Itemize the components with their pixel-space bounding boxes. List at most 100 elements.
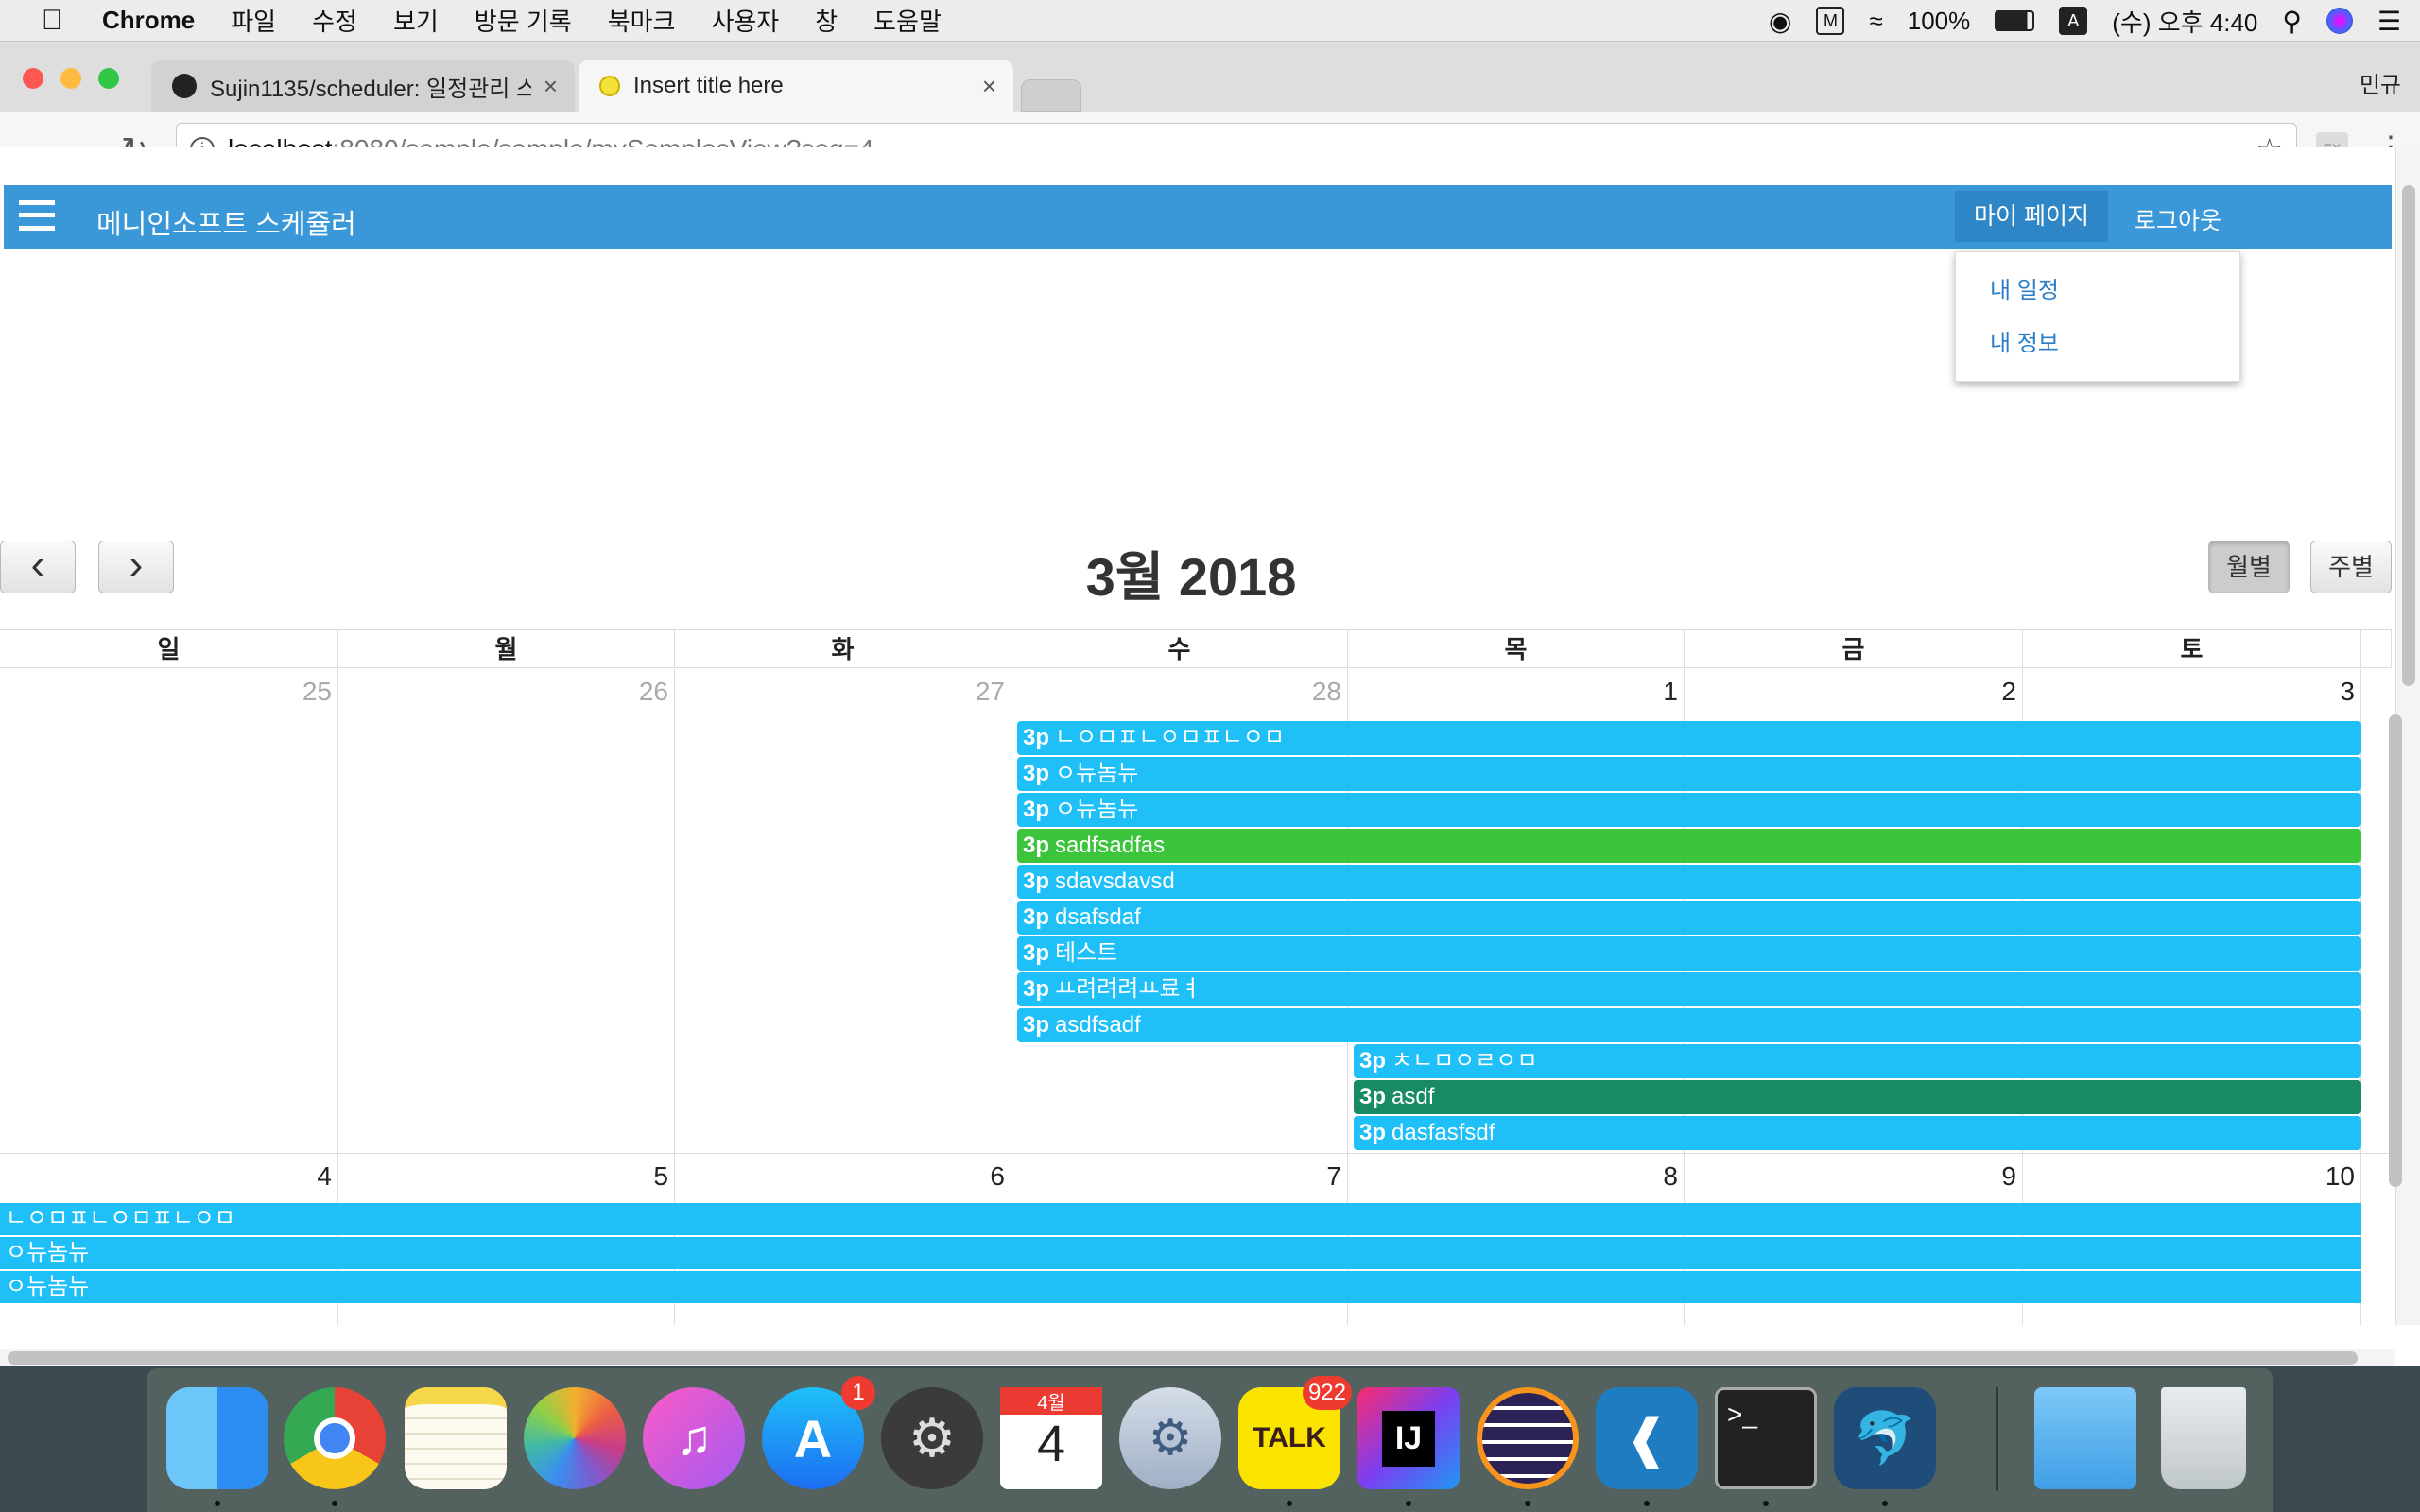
- menu-history[interactable]: 방문 기록: [475, 3, 572, 38]
- vscode-icon[interactable]: ❰: [1596, 1387, 1698, 1489]
- github-icon: [172, 74, 197, 98]
- calendar-event[interactable]: 3p dasfasfsdf: [1354, 1116, 2361, 1150]
- calendar-event[interactable]: 3p ㅇ뉴놈뉴: [1017, 757, 2361, 791]
- menu-window[interactable]: 창: [815, 3, 838, 38]
- downloads-folder-icon[interactable]: [2034, 1387, 2136, 1489]
- calendar-app-day: 4: [1036, 1416, 1066, 1472]
- notes-icon[interactable]: [405, 1387, 507, 1489]
- event-title: ㅇ뉴놈뉴: [6, 1274, 90, 1299]
- day-number: 25: [302, 677, 332, 706]
- notification-center-icon[interactable]: ☰: [2377, 6, 2401, 37]
- menu-view[interactable]: 보기: [393, 3, 439, 38]
- battery-percent: 100%: [1907, 6, 1971, 35]
- apple-icon[interactable]: : [38, 5, 66, 37]
- intellij-label: IJ: [1381, 1410, 1436, 1467]
- event-time: 3p: [1023, 1012, 1050, 1038]
- spotlight-search-icon[interactable]: ⚲: [2282, 6, 2302, 37]
- tab-strip: Sujin1135/scheduler: 일정관리 스 × Insert tit…: [0, 42, 2420, 112]
- tab-insert-title[interactable]: Insert title here ×: [579, 60, 1013, 112]
- close-window-button[interactable]: [23, 68, 43, 89]
- prev-month-button[interactable]: ‹: [0, 541, 76, 593]
- day-number: 3: [2340, 677, 2355, 706]
- nav-mypage[interactable]: 마이 페이지: [1955, 191, 2108, 242]
- weekday-header: 월: [338, 630, 675, 668]
- dropdown-my-info[interactable]: 내 정보: [1990, 324, 2059, 357]
- app-store-icon[interactable]: A1: [762, 1376, 875, 1489]
- day-cell[interactable]: 26: [338, 669, 675, 1153]
- calendar-event[interactable]: ㅇ뉴놈뉴: [0, 1271, 2361, 1303]
- settings-utility-icon[interactable]: ⚙: [1119, 1387, 1221, 1489]
- battery-icon[interactable]: [1995, 10, 2035, 31]
- calendar-event[interactable]: ㅇ뉴놈뉴: [0, 1237, 2361, 1269]
- close-tab-icon[interactable]: ×: [982, 72, 996, 101]
- wifi-icon[interactable]: ≈: [1869, 7, 1882, 36]
- terminal-icon[interactable]: >_: [1715, 1387, 1817, 1489]
- event-title: dsafsdaf: [1055, 904, 1141, 930]
- horizontal-scrollbar[interactable]: [0, 1349, 2395, 1366]
- trash-icon[interactable]: [2161, 1387, 2246, 1489]
- calendar-event[interactable]: 3p asdfsadf: [1017, 1008, 2361, 1042]
- calendar-event[interactable]: 3p sadfsadfas: [1017, 829, 2361, 863]
- running-indicator: [1406, 1501, 1411, 1506]
- system-preferences-icon[interactable]: ⚙: [881, 1387, 983, 1489]
- event-title: ㅇ뉴놈뉴: [6, 1240, 90, 1265]
- calendar-event[interactable]: 3p asdf: [1354, 1080, 2361, 1114]
- event-time: 3p: [1023, 868, 1050, 894]
- eclipse-icon[interactable]: [1477, 1387, 1579, 1489]
- new-tab-button[interactable]: [1021, 79, 1081, 112]
- app-title[interactable]: 메니인소프트 스케쥴러: [96, 202, 356, 242]
- calendar-event[interactable]: 3p dsafsdaf: [1017, 901, 2361, 935]
- hamburger-menu-icon[interactable]: [19, 200, 55, 231]
- itunes-icon[interactable]: ♫: [643, 1387, 745, 1489]
- menubar-clock[interactable]: (수) 오후 4:40: [2112, 4, 2257, 39]
- event-title: ㅇ뉴놈뉴: [1055, 761, 1139, 786]
- kakaotalk-badge: 922: [1302, 1376, 1352, 1410]
- menu-bookmarks[interactable]: 북마크: [608, 3, 676, 38]
- calendar-event[interactable]: 3p ㄴㅇㅁㅍㄴㅇㅁㅍㄴㅇㅁ: [1017, 721, 2361, 755]
- tab-github[interactable]: Sujin1135/scheduler: 일정관리 스 ×: [151, 60, 575, 112]
- app-menu[interactable]: Chrome: [102, 6, 195, 35]
- mac-menubar:  Chrome 파일 수정 보기 방문 기록 북마크 사용자 창 도움말 ◉ …: [0, 0, 2420, 42]
- day-cell[interactable]: 25: [0, 669, 338, 1153]
- app-store-badge: 1: [841, 1376, 875, 1410]
- mac-dock: ♫ A1 ⚙ 4월 4 ⚙ TALK 922 IJ ❰ >_ 🐬: [147, 1368, 2273, 1512]
- siri-icon[interactable]: [2325, 8, 2353, 34]
- month-view-button[interactable]: 월별: [2208, 541, 2290, 593]
- calendar-event[interactable]: ㄴㅇㅁㅍㄴㅇㅁㅍㄴㅇㅁ: [0, 1203, 2361, 1235]
- menu-people[interactable]: 사용자: [711, 3, 779, 38]
- profile-name[interactable]: 민규: [2360, 66, 2401, 99]
- scrollbar-thumb[interactable]: [8, 1351, 2358, 1365]
- mysql-workbench-icon[interactable]: 🐬: [1834, 1387, 1936, 1489]
- finder-icon[interactable]: [166, 1387, 268, 1489]
- menu-file[interactable]: 파일: [231, 3, 276, 38]
- scrollbar-thumb[interactable]: [2402, 185, 2415, 686]
- vertical-scrollbar[interactable]: [2389, 147, 2420, 1325]
- intellij-icon[interactable]: IJ: [1357, 1387, 1460, 1489]
- calendar-app-icon[interactable]: 4월 4: [1000, 1387, 1102, 1489]
- menu-help[interactable]: 도움말: [873, 3, 942, 38]
- running-indicator: [215, 1501, 220, 1506]
- inner-scrollbar-thumb[interactable]: [2389, 714, 2402, 1187]
- calendar-event[interactable]: 3p sdavsdavsd: [1017, 865, 2361, 899]
- zoom-window-button[interactable]: [98, 68, 119, 89]
- close-tab-icon[interactable]: ×: [544, 72, 558, 101]
- dropdown-my-schedule[interactable]: 내 일정: [1990, 271, 2059, 304]
- event-title: ㅛ려려려ㅛ료ㅕ: [1055, 976, 1201, 1002]
- day-cell[interactable]: 27: [675, 669, 1011, 1153]
- chrome-icon[interactable]: [284, 1387, 386, 1489]
- photos-icon[interactable]: [524, 1387, 626, 1489]
- calendar-event[interactable]: 3p ㅇ뉴놈뉴: [1017, 793, 2361, 827]
- calendar-event[interactable]: 3p ㅛ려려려ㅛ료ㅕ: [1017, 972, 2361, 1006]
- minimize-window-button[interactable]: [60, 68, 81, 89]
- calendar-event[interactable]: 3p ㅊㄴㅁㅇㄹㅇㅁ: [1354, 1044, 2361, 1078]
- ml-status-icon[interactable]: M: [1816, 7, 1845, 35]
- day-number: 6: [990, 1161, 1005, 1191]
- chat-status-icon[interactable]: ◉: [1769, 6, 1791, 37]
- menu-edit[interactable]: 수정: [312, 3, 357, 38]
- nav-logout[interactable]: 로그아웃: [2135, 202, 2221, 236]
- kakaotalk-icon[interactable]: TALK 922: [1238, 1376, 1352, 1489]
- input-source-icon[interactable]: A: [2059, 7, 2088, 35]
- week-view-button[interactable]: 주별: [2310, 541, 2392, 593]
- next-month-button[interactable]: ›: [98, 541, 174, 593]
- calendar-event[interactable]: 3p 테스트: [1017, 936, 2361, 971]
